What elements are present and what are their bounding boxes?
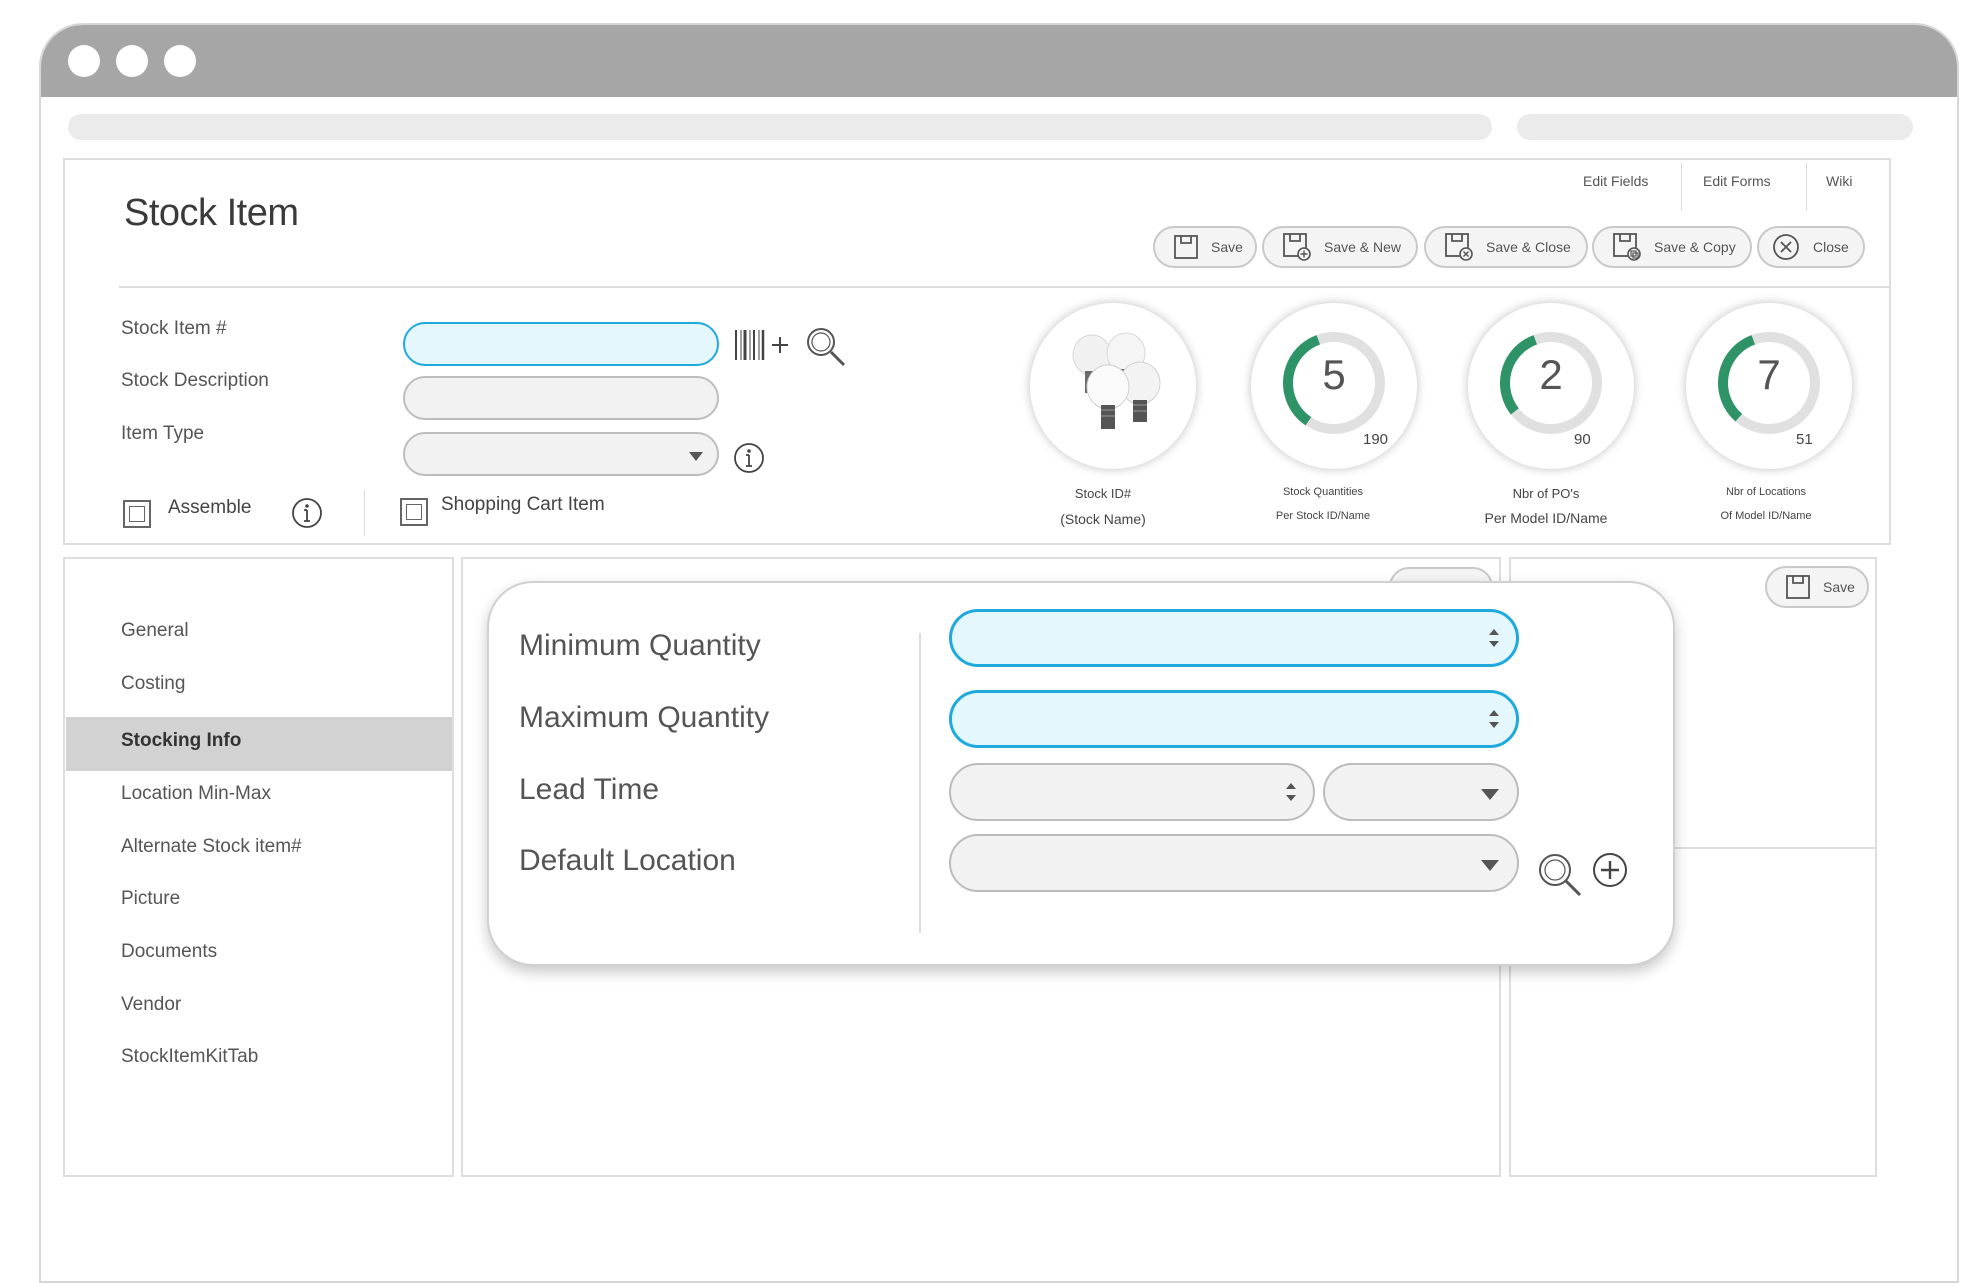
sidebar-item-general[interactable]: General: [121, 620, 189, 642]
lead-time-stepper[interactable]: [949, 763, 1315, 821]
chevron-down-icon: [1481, 789, 1499, 800]
stock-description-input[interactable]: [403, 376, 719, 420]
close-button-label: Close: [1813, 239, 1849, 255]
shopping-cart-label: Shopping Cart Item: [441, 494, 605, 515]
save-close-icon: [1445, 233, 1473, 261]
close-icon: [1773, 234, 1799, 260]
search-bar[interactable]: [1517, 114, 1913, 140]
item-type-label: Item Type: [121, 423, 205, 444]
assemble-label: Assemble: [168, 497, 252, 518]
nbr-locations-subcaption: Of Model ID/Name: [1720, 510, 1812, 522]
stock-quantities-caption: Stock Quantities: [1282, 486, 1364, 498]
lead-time-unit-select[interactable]: [1323, 763, 1519, 821]
stock-image-badge[interactable]: [1030, 303, 1196, 469]
light-bulb-icon: [1072, 332, 1161, 429]
close-button[interactable]: Close: [1757, 226, 1865, 268]
stepper-arrows-icon[interactable]: [1285, 781, 1297, 803]
save-close-button-label: Save & Close: [1486, 239, 1571, 255]
header-divider: [119, 286, 1889, 288]
chevron-down-icon: [1481, 860, 1499, 871]
info-icon[interactable]: [733, 442, 765, 474]
default-location-select[interactable]: [949, 834, 1519, 892]
shopping-cart-checkbox[interactable]: [400, 498, 428, 526]
sidebar-item-costing[interactable]: Costing: [121, 673, 185, 695]
page-title: Stock Item: [124, 192, 299, 234]
save-copy-icon: [1613, 233, 1641, 261]
gauge-total: 51: [1796, 431, 1813, 448]
sidebar-item-location-min-max[interactable]: Location Min-Max: [121, 783, 271, 805]
maximum-quantity-stepper[interactable]: [949, 690, 1519, 748]
gauge-value: 7: [1757, 351, 1781, 398]
link-divider: [1681, 163, 1682, 211]
save-new-button-label: Save & New: [1324, 239, 1402, 255]
sidebar-panel: [63, 557, 454, 1177]
save-copy-button-label: Save & Copy: [1654, 239, 1736, 255]
gauge-total: 90: [1574, 431, 1591, 448]
stepper-arrows-icon[interactable]: [1488, 627, 1500, 649]
stock-description-label: Stock Description: [121, 370, 269, 391]
sidebar-item-alternate-stock-item[interactable]: Alternate Stock item#: [121, 836, 302, 858]
right-panel-save-label: Save: [1823, 579, 1855, 595]
wiki-link[interactable]: Wiki: [1826, 173, 1852, 189]
gauge-value: 5: [1322, 351, 1346, 398]
stepper-arrows-icon[interactable]: [1488, 708, 1500, 730]
window-titlebar: [41, 25, 1957, 97]
sidebar-item-stocking-info[interactable]: Stocking Info: [121, 730, 241, 752]
stock-id-caption: Stock ID#: [1074, 486, 1132, 501]
window-minimize-dot[interactable]: [116, 45, 148, 77]
barcode-add-icon[interactable]: [734, 327, 792, 363]
stock-quantities-gauge[interactable]: 5 190: [1251, 303, 1417, 469]
stocking-info-dialog: Minimum Quantity Maximum Quantity Lead T…: [487, 581, 1675, 966]
checkbox-divider: [364, 490, 365, 536]
stock-quantities-subcaption: Per Stock ID/Name: [1275, 510, 1371, 522]
sidebar-item-picture[interactable]: Picture: [121, 888, 180, 910]
stock-item-label: Stock Item #: [121, 318, 227, 339]
save-copy-button[interactable]: Save & Copy: [1592, 226, 1752, 268]
default-location-label: Default Location: [519, 844, 736, 877]
save-button-label: Save: [1211, 239, 1243, 255]
save-button[interactable]: Save: [1153, 226, 1257, 268]
gauge-total: 190: [1363, 431, 1389, 448]
edit-forms-link[interactable]: Edit Forms: [1703, 173, 1771, 189]
stock-item-input[interactable]: [403, 322, 719, 366]
nbr-locations-gauge[interactable]: 7 51: [1686, 303, 1852, 469]
add-icon[interactable]: [1591, 851, 1629, 889]
item-type-select[interactable]: [403, 432, 719, 476]
stock-name-caption: (Stock Name): [1060, 511, 1146, 527]
window-close-dot[interactable]: [68, 45, 100, 77]
dialog-divider: [919, 633, 921, 933]
chevron-down-icon: [689, 452, 703, 461]
lead-time-label: Lead Time: [519, 773, 660, 806]
edit-fields-link[interactable]: Edit Fields: [1583, 173, 1648, 189]
gauge-value: 2: [1539, 351, 1563, 398]
save-icon: [1786, 575, 1810, 599]
sidebar-item-vendor[interactable]: Vendor: [121, 994, 181, 1016]
assemble-checkbox[interactable]: [123, 500, 151, 528]
save-close-button[interactable]: Save & Close: [1424, 226, 1588, 268]
nbr-locations-caption: Nbr of Locations: [1725, 486, 1807, 498]
search-icon[interactable]: [1536, 851, 1584, 899]
minimum-quantity-label: Minimum Quantity: [519, 629, 761, 662]
sidebar-item-stock-item-kit-tab[interactable]: StockItemKitTab: [121, 1046, 258, 1068]
save-new-button[interactable]: Save & New: [1262, 226, 1418, 268]
save-icon: [1174, 235, 1198, 259]
link-divider: [1806, 163, 1807, 211]
right-panel-save-button[interactable]: Save: [1765, 566, 1869, 608]
nbr-pos-subcaption: Per Model ID/Name: [1484, 510, 1608, 526]
minimum-quantity-stepper[interactable]: [949, 609, 1519, 667]
save-new-icon: [1283, 233, 1311, 261]
address-bar[interactable]: [68, 114, 1492, 140]
maximum-quantity-label: Maximum Quantity: [519, 701, 770, 734]
window-maximize-dot[interactable]: [164, 45, 196, 77]
nbr-pos-caption: Nbr of PO's: [1512, 486, 1580, 501]
search-icon[interactable]: [804, 325, 848, 369]
nbr-pos-gauge[interactable]: 2 90: [1468, 303, 1634, 469]
sidebar-item-documents[interactable]: Documents: [121, 941, 217, 963]
info-icon[interactable]: [291, 497, 323, 529]
